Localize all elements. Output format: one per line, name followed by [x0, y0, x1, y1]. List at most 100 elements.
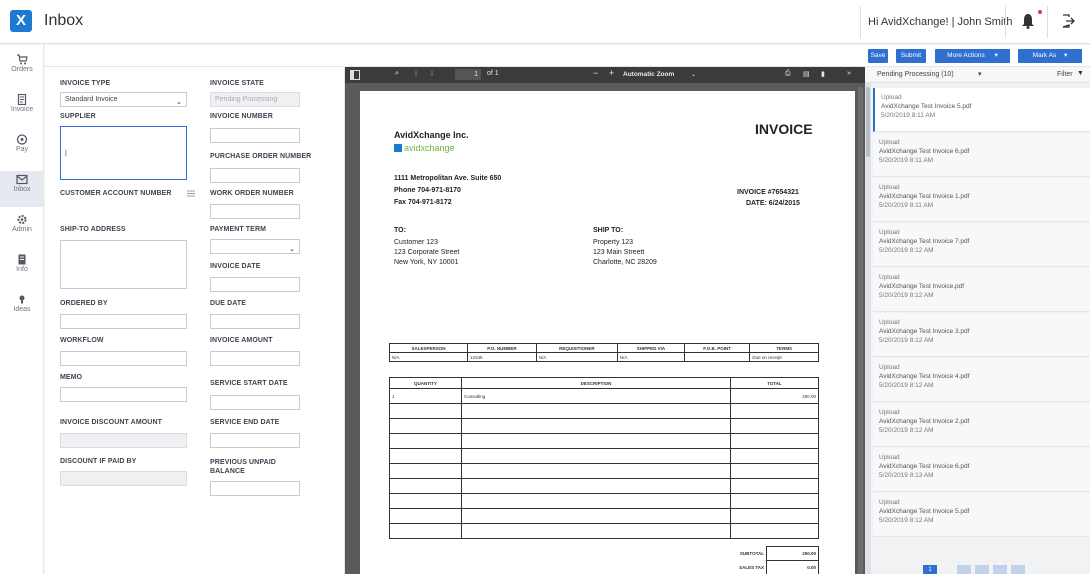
zoom-out-icon[interactable]: − [593, 68, 598, 78]
list-icon[interactable] [187, 190, 195, 197]
pagination-page-2[interactable]: 2 [957, 565, 971, 574]
bell-icon[interactable] [1021, 13, 1035, 29]
print-icon[interactable]: ⎙ [785, 70, 791, 78]
supplier-label: SUPPLIER [60, 113, 96, 120]
sidebar-toggle-icon[interactable] [350, 70, 360, 80]
zoom-in-icon[interactable]: + [609, 68, 614, 78]
work-order-number-input[interactable] [210, 204, 300, 219]
queue-scroll-thumb[interactable] [866, 87, 870, 157]
pdf-scrollbar[interactable] [858, 87, 863, 574]
more-actions-label: More Actions [947, 52, 985, 59]
supplier-input[interactable]: | [60, 126, 187, 180]
subtotal-value: 250.00 [766, 546, 819, 561]
queue-item-date: 5/20/2019 8:12 AM [879, 292, 934, 299]
table-row [389, 403, 819, 419]
service-end-date-input[interactable] [210, 433, 300, 448]
caret-down-icon: ▾ [994, 52, 998, 59]
previous-unpaid-balance-input[interactable] [210, 481, 300, 496]
mark-as-button[interactable]: Mark As ▾ [1018, 49, 1082, 63]
service-start-date-input[interactable] [210, 395, 300, 410]
bookmark-icon[interactable]: ▮ [821, 70, 825, 78]
due-date-input[interactable] [210, 314, 300, 329]
queue-scrollbar[interactable] [865, 83, 871, 574]
table-cell: Consulting [461, 388, 731, 404]
brand-logo: avidxchange [394, 143, 455, 153]
invoice-company: AvidXchange Inc. [394, 130, 469, 140]
invoice-amount-label: INVOICE AMOUNT [210, 337, 273, 344]
memo-input[interactable] [60, 387, 187, 402]
sales-tax-value: 0.00 [766, 560, 819, 574]
page-number-input[interactable]: 1 [455, 69, 481, 80]
table-cell [683, 352, 751, 362]
logout-icon[interactable] [1060, 13, 1076, 29]
arrow-up-icon[interactable]: ⇧ [413, 70, 419, 78]
list-item[interactable]: Upload AvidXchange Test Invoice 7.pdf 5/… [873, 223, 1090, 267]
ordered-by-input[interactable] [60, 314, 187, 329]
invoice-document: AvidXchange Inc. avidxchange INVOICE 111… [360, 91, 855, 574]
queue-item-type: Upload [879, 364, 900, 371]
payment-term-select[interactable]: ⌄ [210, 239, 300, 254]
pagination-page-1[interactable]: 1 [923, 565, 937, 574]
pagination-page-3[interactable]: 3 [975, 565, 989, 574]
list-item[interactable]: Upload AvidXchange Test Invoice 4.pdf 5/… [873, 358, 1090, 402]
queue-filter-select[interactable]: Pending Processing (10) [877, 71, 954, 78]
queue-item-date: 5/20/2019 8:13 AM [879, 472, 934, 479]
list-item[interactable]: Upload AvidXchange Test Invoice 2.pdf 5/… [873, 403, 1090, 447]
header-divider [1005, 6, 1006, 38]
invoice-heading: INVOICE [755, 121, 813, 137]
payment-term-label: PAYMENT TERM [210, 226, 267, 233]
filter-icon[interactable]: ▼ [1077, 70, 1084, 77]
queue-item-type: Upload [881, 94, 902, 101]
workflow-input[interactable] [60, 351, 187, 366]
invoice-number-input[interactable] [210, 128, 300, 143]
search-icon[interactable]: ⌕ [395, 70, 399, 78]
list-item[interactable]: Upload AvidXchange Test Invoice 1.pdf 5/… [873, 178, 1090, 222]
purchase-order-number-input[interactable] [210, 168, 300, 183]
list-item[interactable]: Upload AvidXchange Test Invoice.pdf 5/20… [873, 268, 1090, 312]
more-actions-button[interactable]: More Actions ▾ [935, 49, 1010, 63]
invoice-date-input[interactable] [210, 277, 300, 292]
download-icon[interactable]: ▤ [803, 70, 810, 78]
table-header-cell: F.O.B. POINT [683, 343, 751, 353]
invoice-amount-input[interactable] [210, 351, 300, 366]
invoice-type-select[interactable]: Standard Invoice ⌄ [60, 92, 187, 107]
arrow-down-icon[interactable]: ⇩ [429, 70, 435, 78]
nav-item-inbox[interactable]: Inbox [0, 171, 44, 207]
queue-item-type: Upload [879, 499, 900, 506]
nav-item-admin[interactable]: Admin [0, 211, 44, 247]
nav-item-invoice[interactable]: Invoice [0, 91, 44, 127]
zoom-select[interactable]: Automatic Zoom [623, 71, 674, 78]
user-greeting[interactable]: Hi AvidXchange! | John Smith [868, 16, 1013, 28]
invoice-number: INVOICE #7654321 [737, 189, 799, 196]
list-item[interactable]: Upload AvidXchange Test Invoice 3.pdf 5/… [873, 313, 1090, 357]
gear-icon [17, 215, 27, 224]
table-row [389, 523, 819, 539]
tools-chevron-icon[interactable]: » [847, 70, 851, 77]
pagination-page-5[interactable]: 5 [1011, 565, 1025, 574]
table-row: 1 Consulting 250.00 [389, 388, 819, 404]
list-item[interactable]: Upload AvidXchange Test Invoice 6.pdf 5/… [873, 448, 1090, 492]
table-header-cell: DESCRIPTION [461, 377, 731, 389]
invoice-form: INVOICE TYPE Standard Invoice ⌄ INVOICE … [45, 67, 345, 574]
memo-label: MEMO [60, 374, 83, 381]
nav-item-orders[interactable]: Orders [0, 51, 44, 87]
table-header-cell: TERMS [749, 343, 819, 353]
list-item[interactable]: Upload AvidXchange Test Invoice 5.pdf 5/… [873, 88, 1090, 132]
ship-to-address-input[interactable] [60, 240, 187, 289]
list-item[interactable]: Upload AvidXchange Test Invoice 6.pdf 5/… [873, 133, 1090, 177]
submit-button[interactable]: Submit [896, 49, 926, 63]
caret-down-icon: ▾ [1064, 52, 1068, 59]
save-button[interactable]: Save [868, 49, 888, 63]
list-item[interactable]: Upload AvidXchange Test Invoice 5.pdf 5/… [873, 493, 1090, 537]
pagination-page-4[interactable]: 4 [993, 565, 1007, 574]
nav-item-pay[interactable]: Pay [0, 131, 44, 167]
queue-item-type: Upload [879, 139, 900, 146]
table-cell: 12345 [467, 352, 537, 362]
app-logo[interactable]: X [10, 10, 32, 32]
nav-label: Invoice [10, 106, 34, 113]
invoice-discount-amount-field [60, 433, 187, 448]
filter-label[interactable]: Filter [1057, 71, 1073, 78]
nav-item-info[interactable]: Info [0, 251, 44, 287]
left-nav: Orders Invoice Pay Inbox Admin Info Idea… [0, 45, 44, 574]
nav-item-ideas[interactable]: Ideas [0, 291, 44, 327]
